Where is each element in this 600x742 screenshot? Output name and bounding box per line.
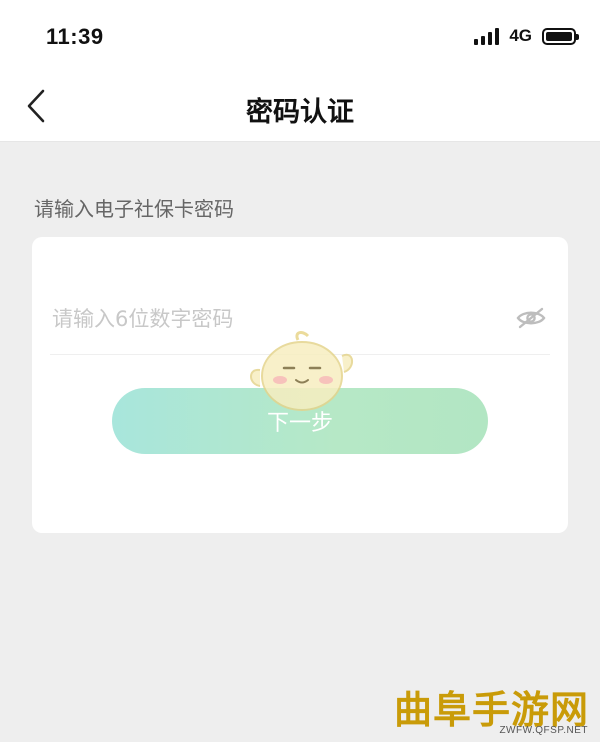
status-bar: 11:39 4G	[0, 0, 600, 72]
password-card: 下一步	[32, 237, 568, 533]
password-hint-label: 请输入电子社保卡密码	[34, 197, 234, 221]
password-input[interactable]	[52, 297, 502, 341]
site-watermark: 曲阜手游网 ZWFW.QFSP.NET	[388, 683, 600, 742]
nav-bar: 密码认证	[0, 72, 600, 142]
watermark-url: ZWFW.QFSP.NET	[499, 725, 588, 736]
status-time: 11:39	[46, 24, 104, 49]
page-title: 密码认证	[246, 97, 354, 128]
next-step-button[interactable]: 下一步	[112, 388, 488, 454]
status-indicators: 4G	[474, 26, 579, 46]
signal-icon	[474, 27, 500, 45]
network-type: 4G	[509, 26, 532, 45]
eye-off-icon	[516, 307, 546, 329]
battery-icon	[542, 27, 579, 45]
toggle-visibility-button[interactable]	[514, 303, 548, 333]
input-divider	[50, 354, 550, 355]
